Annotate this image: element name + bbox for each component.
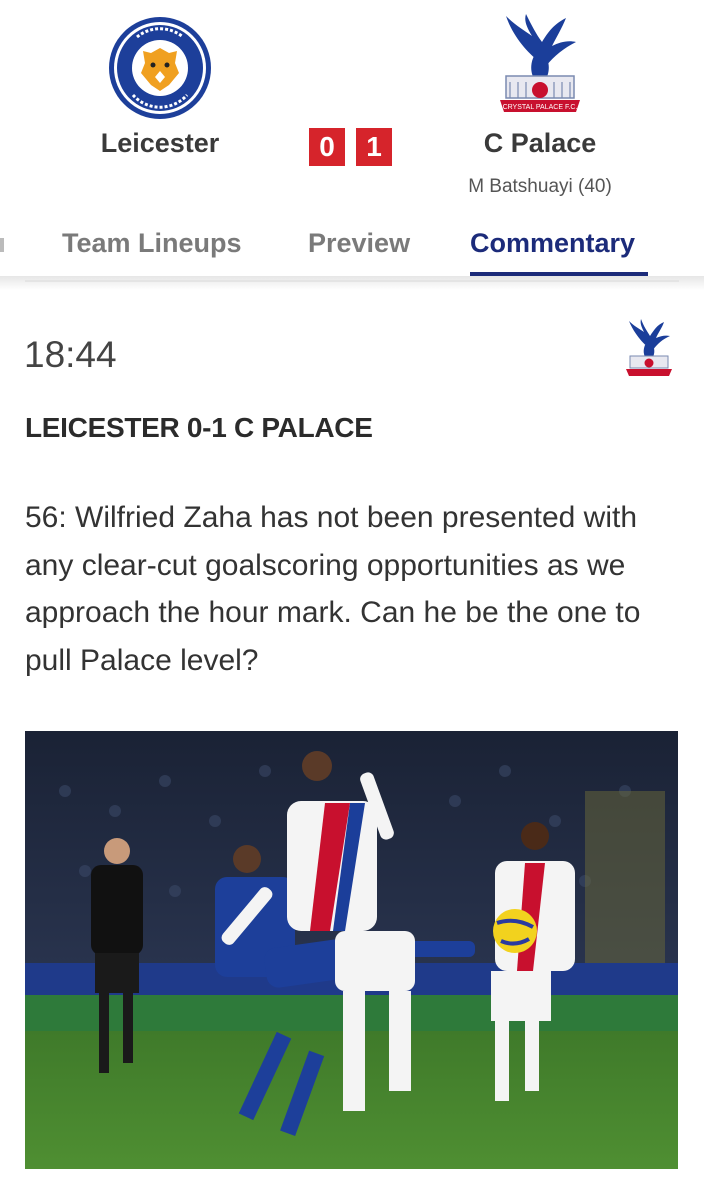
crystal-palace-crest-icon: CRYSTAL PALACE F.C. xyxy=(500,14,580,112)
away-team-name: C Palace xyxy=(483,128,597,158)
crystal-palace-badge-icon xyxy=(626,319,672,376)
leicester-crest-icon xyxy=(109,17,211,119)
away-goalscorers: M Batshuayi (40) xyxy=(468,176,612,197)
tab-team-lineups[interactable]: Team Lineups xyxy=(62,222,242,276)
home-score: 0 xyxy=(309,128,345,166)
entry-headline: LEICESTER 0-1 C PALACE xyxy=(25,412,373,443)
match-tabs: Team Lineups Preview Commentary xyxy=(0,222,704,276)
divider xyxy=(25,280,679,282)
svg-text:CRYSTAL PALACE F.C.: CRYSTAL PALACE F.C. xyxy=(503,104,578,111)
away-score: 1 xyxy=(356,128,392,166)
tab-preview[interactable]: Preview xyxy=(308,222,410,276)
home-team-name: Leicester xyxy=(100,128,220,158)
tab-commentary[interactable]: Commentary xyxy=(470,222,635,276)
entry-time: 18:44 xyxy=(24,334,117,375)
match-action-photo xyxy=(25,731,678,1169)
header-shadow xyxy=(0,276,704,290)
tab-scroll-edge xyxy=(0,238,4,252)
match-header: CRYSTAL PALACE F.C. Leicester 0 1 C Pala… xyxy=(0,0,704,276)
commentary-text: 56: Wilfried Zaha has not been presented… xyxy=(25,501,641,677)
